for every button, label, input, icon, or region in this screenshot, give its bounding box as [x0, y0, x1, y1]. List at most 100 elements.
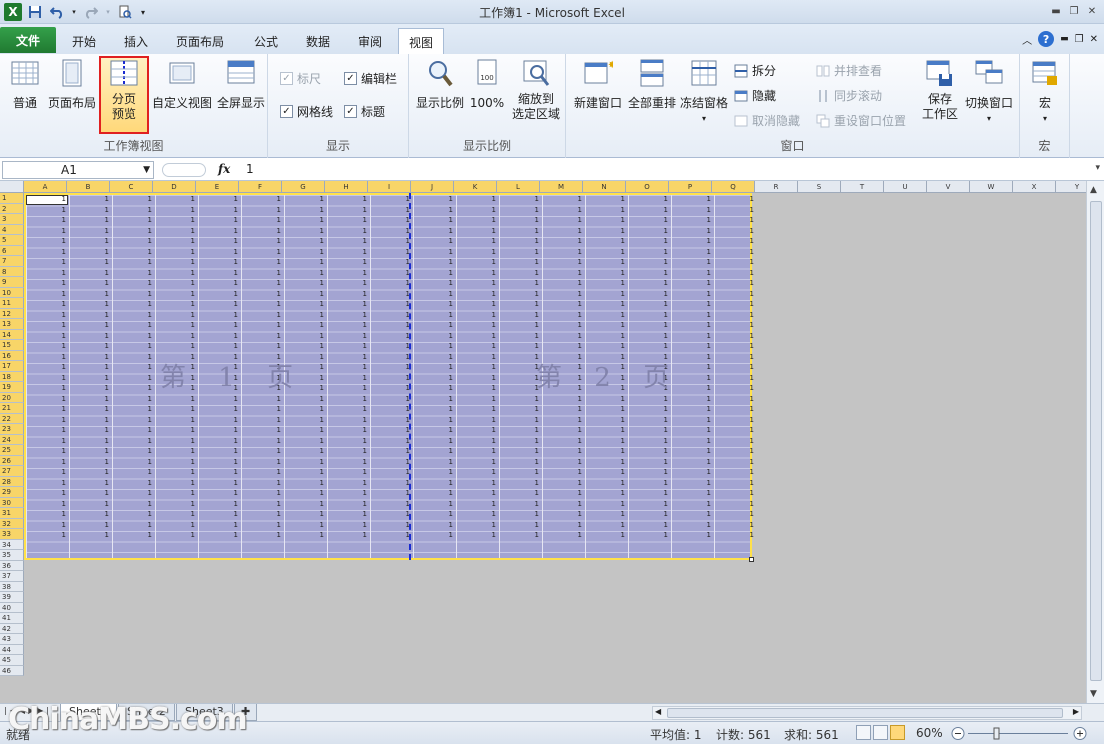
cell-value[interactable]: 1: [499, 437, 541, 445]
cell-value[interactable]: 1: [628, 489, 670, 497]
cell-value[interactable]: 1: [671, 521, 713, 529]
cell-value[interactable]: 1: [413, 500, 455, 508]
cell-value[interactable]: 1: [714, 384, 756, 392]
cell-value[interactable]: 1: [26, 384, 68, 392]
cell-value[interactable]: 1: [198, 248, 240, 256]
cell-value[interactable]: 1: [413, 342, 455, 350]
cell-value[interactable]: 1: [69, 489, 111, 497]
row-header[interactable]: 14: [0, 329, 24, 340]
normal-view-button[interactable]: 普通: [6, 56, 44, 111]
cell-value[interactable]: 1: [26, 258, 68, 266]
cell-value[interactable]: 1: [155, 332, 197, 340]
cell-value[interactable]: 1: [413, 479, 455, 487]
select-all-corner[interactable]: [0, 181, 24, 193]
cell-value[interactable]: 1: [585, 500, 627, 508]
cell-value[interactable]: 1: [542, 437, 584, 445]
cell-value[interactable]: 1: [456, 216, 498, 224]
cell-value[interactable]: 1: [26, 332, 68, 340]
cell-value[interactable]: 1: [413, 353, 455, 361]
cell-value[interactable]: 1: [628, 395, 670, 403]
cell-value[interactable]: 1: [241, 395, 283, 403]
cell-value[interactable]: 1: [499, 447, 541, 455]
cell-value[interactable]: 1: [370, 437, 412, 445]
cell-value[interactable]: 1: [456, 500, 498, 508]
cell-value[interactable]: 1: [155, 269, 197, 277]
cell-value[interactable]: 1: [671, 227, 713, 235]
cell-value[interactable]: 1: [284, 279, 326, 287]
cell-value[interactable]: 1: [198, 269, 240, 277]
cell-value[interactable]: 1: [714, 458, 756, 466]
cell-value[interactable]: 1: [542, 206, 584, 214]
cell-value[interactable]: 1: [714, 206, 756, 214]
cell-value[interactable]: 1: [69, 258, 111, 266]
cell-value[interactable]: 1: [714, 447, 756, 455]
cell-value[interactable]: 1: [327, 384, 369, 392]
cell-value[interactable]: 1: [585, 321, 627, 329]
cell-value[interactable]: 1: [628, 195, 670, 203]
cell-value[interactable]: 1: [628, 447, 670, 455]
new-window-button[interactable]: ✸ 新建窗口: [570, 56, 626, 111]
cell-value[interactable]: 1: [456, 510, 498, 518]
ruler-checkbox[interactable]: ✓ 标尺: [280, 70, 321, 87]
cell-value[interactable]: 1: [26, 237, 68, 245]
cell-value[interactable]: 1: [413, 269, 455, 277]
cell-value[interactable]: 1: [327, 353, 369, 361]
cell-value[interactable]: 1: [413, 363, 455, 371]
cell-value[interactable]: 1: [155, 342, 197, 350]
cell-value[interactable]: 1: [499, 269, 541, 277]
cell-value[interactable]: 1: [413, 447, 455, 455]
switch-windows-button[interactable]: 切换窗口 ▾: [962, 56, 1016, 126]
row-header[interactable]: 36: [0, 560, 24, 571]
column-header[interactable]: A: [24, 181, 67, 193]
cell-value[interactable]: 1: [198, 321, 240, 329]
cell-value[interactable]: 1: [26, 321, 68, 329]
cell-value[interactable]: 1: [628, 521, 670, 529]
split-button[interactable]: 拆分: [734, 62, 776, 79]
cell-value[interactable]: 1: [198, 300, 240, 308]
cell-value[interactable]: 1: [26, 395, 68, 403]
cell-value[interactable]: 1: [585, 416, 627, 424]
cell-value[interactable]: 1: [628, 426, 670, 434]
cell-value[interactable]: 1: [456, 468, 498, 476]
cell-value[interactable]: 1: [370, 489, 412, 497]
column-header[interactable]: M: [540, 181, 583, 193]
cell-value[interactable]: 1: [585, 521, 627, 529]
help-icon[interactable]: ?: [1038, 31, 1055, 47]
cell-value[interactable]: 1: [628, 468, 670, 476]
cell-value[interactable]: 1: [671, 342, 713, 350]
cell-value[interactable]: 1: [671, 405, 713, 413]
column-header[interactable]: I: [368, 181, 411, 193]
cell-value[interactable]: 1: [671, 531, 713, 539]
cell-value[interactable]: 1: [69, 353, 111, 361]
cell-value[interactable]: 1: [69, 363, 111, 371]
column-header[interactable]: F: [239, 181, 282, 193]
cell-value[interactable]: 1: [327, 195, 369, 203]
cell-value[interactable]: 1: [542, 447, 584, 455]
cell-value[interactable]: 1: [241, 479, 283, 487]
cell-value[interactable]: 1: [456, 258, 498, 266]
cell-value[interactable]: 1: [714, 521, 756, 529]
cell-value[interactable]: 1: [69, 248, 111, 256]
cell-value[interactable]: 1: [198, 206, 240, 214]
column-header[interactable]: R: [755, 181, 798, 193]
cell-value[interactable]: 1: [628, 290, 670, 298]
cell-value[interactable]: 1: [714, 353, 756, 361]
cell-value[interactable]: 1: [714, 237, 756, 245]
row-header[interactable]: 24: [0, 434, 24, 445]
cell-value[interactable]: 1: [370, 500, 412, 508]
cell-value[interactable]: 1: [241, 468, 283, 476]
cell-value[interactable]: 1: [284, 458, 326, 466]
cell-value[interactable]: 1: [241, 332, 283, 340]
cell-value[interactable]: 1: [413, 321, 455, 329]
side-by-side-button[interactable]: 并排查看: [816, 62, 882, 79]
row-header[interactable]: 8: [0, 266, 24, 277]
cell-value[interactable]: 1: [284, 468, 326, 476]
cell-value[interactable]: 1: [241, 531, 283, 539]
row-header[interactable]: 32: [0, 518, 24, 529]
cell-value[interactable]: 1: [499, 458, 541, 466]
cell-value[interactable]: 1: [585, 195, 627, 203]
cell-value[interactable]: 1: [714, 195, 756, 203]
cell-value[interactable]: 1: [327, 479, 369, 487]
cell-value[interactable]: 1: [671, 248, 713, 256]
freeze-panes-button[interactable]: 冻结窗格 ▾: [678, 56, 730, 126]
